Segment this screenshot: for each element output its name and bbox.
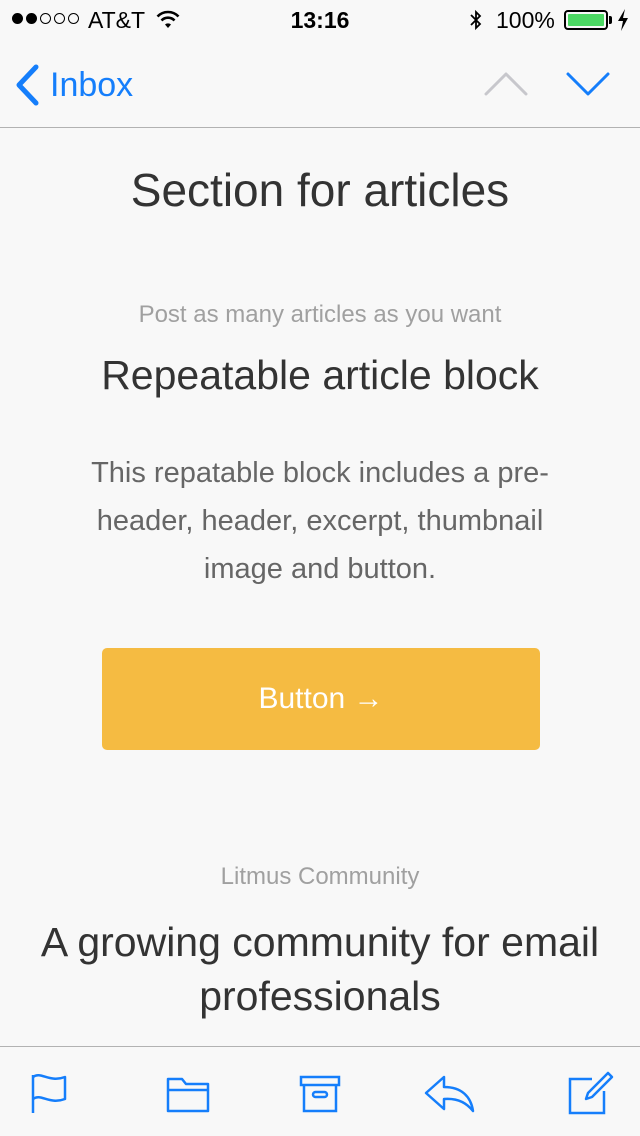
flag-button[interactable]: [26, 1069, 74, 1117]
next-message-button[interactable]: [564, 66, 612, 107]
folder-icon: [166, 1077, 210, 1113]
reply-button[interactable]: [424, 1069, 476, 1117]
article-header: Repeatable article block: [101, 352, 539, 398]
navigation-bar: Inbox: [0, 40, 640, 128]
article-preheader: Post as many articles as you want: [138, 301, 502, 328]
status-bar: AT&T 13:16 100%: [0, 0, 640, 40]
email-body: Section for articles Post as many articl…: [0, 129, 640, 1046]
bluetooth-icon: [468, 8, 484, 38]
back-button-label: Inbox: [50, 65, 134, 104]
community-preheader: Litmus Community: [220, 863, 420, 890]
mail-toolbar: [0, 1046, 640, 1136]
chevron-down-icon: [566, 72, 610, 96]
previous-message-button[interactable]: [482, 66, 530, 107]
battery-percentage: 100%: [496, 7, 555, 33]
mail-screen: AT&T 13:16 100% Inbox Section for articl…: [0, 0, 640, 1136]
flag-icon: [31, 1074, 67, 1113]
move-to-folder-button[interactable]: [164, 1069, 212, 1117]
section-title: Section for articles: [130, 164, 510, 216]
back-to-inbox-button[interactable]: Inbox: [14, 64, 133, 106]
battery-tip: [609, 16, 612, 24]
article-excerpt: This repatable block includes a pre-head…: [91, 457, 549, 585]
compose-icon: [568, 1071, 614, 1115]
chevron-up-icon: [484, 72, 528, 96]
charging-bolt-icon: [617, 8, 629, 38]
reply-icon: [424, 1075, 475, 1113]
archive-button[interactable]: [297, 1069, 345, 1117]
compose-button[interactable]: [566, 1069, 614, 1117]
archive-icon: [299, 1075, 341, 1113]
article-cta-button[interactable]: Button →: [102, 648, 540, 750]
chevron-left-icon: [16, 64, 39, 106]
community-header: A growing community for email profession…: [40, 919, 600, 1019]
battery-icon: [564, 10, 608, 30]
